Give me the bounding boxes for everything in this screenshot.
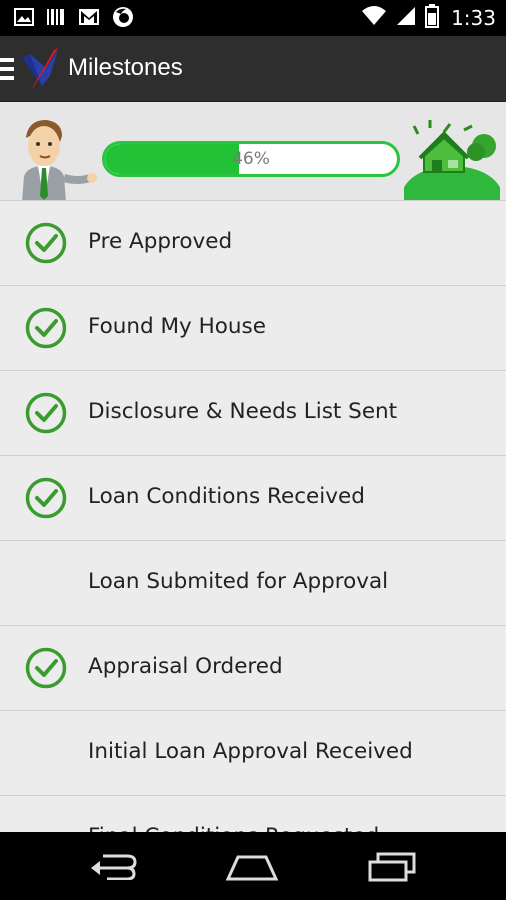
notification-icons	[14, 6, 134, 32]
check-circle-icon	[25, 392, 67, 434]
list-item[interactable]: Disclosure & Needs List Sent	[0, 371, 506, 456]
check-circle-icon	[25, 477, 67, 519]
home-icon[interactable]	[222, 850, 282, 884]
loan-progress-bar: 46%	[102, 141, 400, 177]
milestone-label: Pre Approved	[88, 229, 233, 254]
progress-header: 46%	[0, 102, 506, 201]
loan-officer-illustration	[18, 116, 98, 200]
list-item[interactable]: Found My House	[0, 286, 506, 371]
check-circle-icon	[25, 647, 67, 689]
list-item[interactable]: Pre Approved	[0, 201, 506, 286]
progress-percent: 46%	[232, 149, 270, 169]
check-circle-icon	[25, 222, 67, 264]
back-icon[interactable]	[82, 850, 142, 884]
milestone-label: Loan Submited for Approval	[88, 569, 389, 594]
action-bar: Milestones	[0, 36, 506, 102]
list-item[interactable]: Loan Submited for Approval	[0, 541, 506, 626]
milestone-label: Loan Conditions Received	[88, 484, 365, 509]
list-item[interactable]: Loan Conditions Received	[0, 456, 506, 541]
clock: 1:33	[451, 6, 496, 30]
list-item[interactable]: Initial Loan Approval Received	[0, 711, 506, 796]
milestone-label: Disclosure & Needs List Sent	[88, 399, 398, 424]
battery-icon	[425, 4, 440, 32]
barcode-icon	[46, 7, 66, 31]
milestone-label: Appraisal Ordered	[88, 654, 283, 679]
wifi-icon	[361, 5, 387, 31]
system-icons: 1:33	[361, 4, 496, 32]
firefox-icon	[112, 6, 134, 32]
status-bar: 1:33	[0, 0, 506, 36]
navigation-bar	[0, 832, 506, 900]
gmail-icon	[78, 8, 100, 30]
app-logo-icon[interactable]	[20, 46, 62, 92]
recent-apps-icon[interactable]	[362, 850, 422, 884]
milestone-list: Pre Approved Found My House Disclosure &…	[0, 201, 506, 832]
gallery-icon	[14, 7, 34, 31]
house-illustration	[402, 116, 502, 200]
list-item[interactable]: Appraisal Ordered	[0, 626, 506, 711]
milestone-label: Found My House	[88, 314, 266, 339]
page-title: Milestones	[68, 54, 183, 81]
signal-icon	[395, 5, 417, 31]
list-item[interactable]: Final Conditions Requested	[0, 796, 506, 832]
milestone-label: Initial Loan Approval Received	[88, 739, 413, 764]
menu-icon[interactable]	[0, 58, 14, 80]
milestone-label: Final Conditions Requested	[88, 824, 379, 832]
check-circle-icon	[25, 307, 67, 349]
